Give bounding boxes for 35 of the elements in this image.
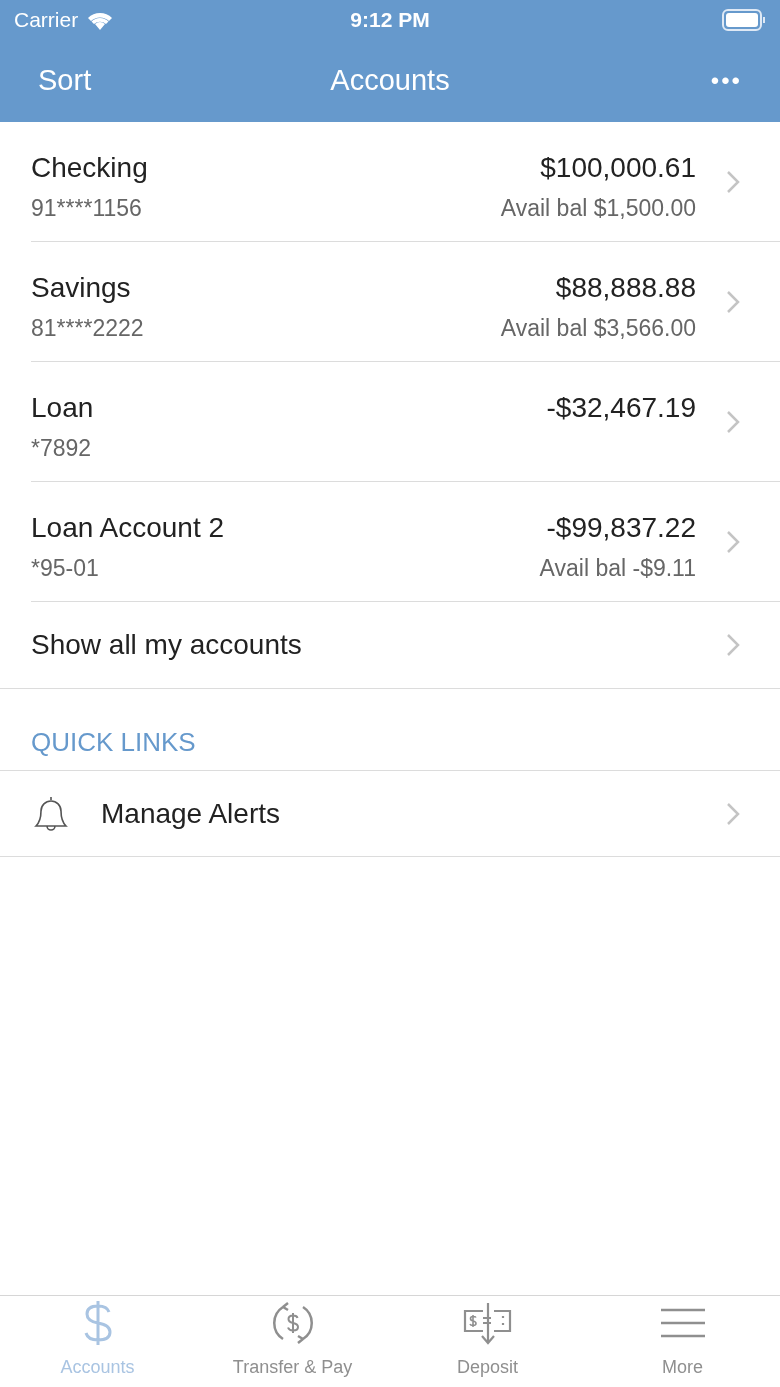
quick-link-row[interactable]: Manage Alerts [0, 771, 780, 857]
wifi-icon [86, 10, 115, 30]
available-balance: Avail bal -$9.11 [539, 554, 697, 583]
account-name: Loan Account 2 [31, 511, 225, 545]
account-row[interactable]: Loan -$32,467.19 *7892 [0, 362, 780, 482]
account-row[interactable]: Checking $100,000.61 91****1156 Avail bal $1,500.00 [0, 122, 780, 242]
account-number: *7892 [31, 434, 92, 463]
available-balance: Avail bal $3,566.00 [500, 314, 697, 343]
account-balance: $88,888.88 [555, 271, 697, 305]
show-all-accounts-row[interactable]: Show all my accounts [0, 602, 780, 689]
account-row[interactable]: Savings $88,888.88 81****2222 Avail bal $3,566.00 [0, 242, 780, 362]
chevron-icon [726, 801, 740, 826]
page-title: Accounts [330, 63, 450, 99]
account-balance: -$32,467.19 [546, 391, 697, 425]
carrier-label: Carrier [14, 7, 79, 34]
chevron-icon [726, 289, 740, 314]
chevron-icon [726, 529, 740, 554]
account-row[interactable]: Loan Account 2 -$99,837.22 *95-01 Avail bal -$9.11 [0, 482, 780, 602]
account-name: Savings [31, 271, 131, 305]
account-balance: $100,000.61 [540, 151, 697, 185]
chevron-icon [726, 409, 740, 434]
time-label: 9:12 PM [350, 7, 430, 34]
battery-icon [722, 9, 766, 31]
available-balance: Avail bal $1,500.00 [500, 194, 697, 223]
menu-icon [659, 1308, 706, 1338]
account-number: 91****1156 [31, 194, 142, 223]
account-number: *95-01 [31, 554, 99, 583]
chevron-icon [726, 169, 740, 194]
account-name: Loan [31, 391, 94, 425]
check-deposit-icon [462, 1301, 513, 1345]
chevron-icon [726, 633, 740, 657]
section-header: QUICK LINKS [31, 726, 196, 759]
account-balance: -$99,837.22 [546, 511, 697, 545]
account-name: Checking [31, 151, 148, 185]
account-number: 81****2222 [31, 314, 144, 343]
